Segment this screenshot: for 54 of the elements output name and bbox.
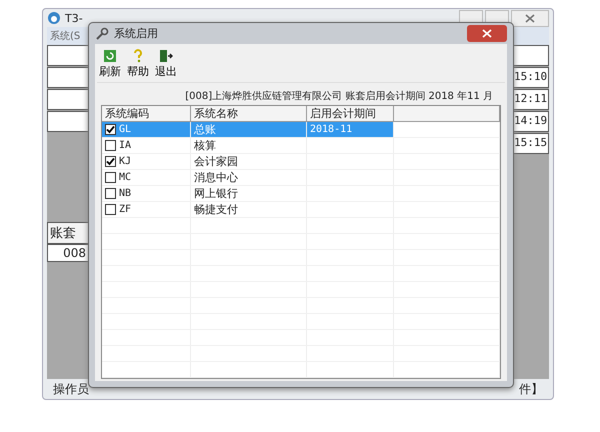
code-text: IA <box>119 140 132 151</box>
time-cell: 14:19 <box>513 111 549 132</box>
table-row[interactable]: IA 核算 <box>102 138 500 154</box>
refresh-icon <box>103 49 117 63</box>
toolbar-button[interactable]: 帮助 <box>125 46 151 82</box>
table-row[interactable]: KJ 会计家园 <box>102 154 500 170</box>
name-text: 总账 <box>194 122 216 137</box>
toolbar-button[interactable]: 刷新 <box>97 46 123 82</box>
door-icon <box>159 49 173 63</box>
dialog-title: 系统启用 <box>114 26 158 41</box>
close-icon <box>525 14 535 22</box>
table-cell <box>47 89 89 110</box>
table-row[interactable]: ZF 畅捷支付 <box>102 202 500 218</box>
time-cell: 12:11 <box>513 89 549 110</box>
checkbox[interactable] <box>105 188 116 199</box>
column-header: 系统名称 <box>191 106 307 121</box>
name-text: 消息中心 <box>194 170 238 185</box>
checkbox[interactable] <box>105 124 116 135</box>
info-text: [008]上海烨胜供应链管理有限公司 账套启用会计期间 2018 年11 月 <box>184 90 494 104</box>
time-cell: 15:15 <box>513 133 549 154</box>
code-text: MC <box>119 172 132 183</box>
table-cell <box>513 45 549 66</box>
table-row[interactable]: NB 网上银行 <box>102 186 500 202</box>
table-cell <box>47 45 89 66</box>
table-cell <box>47 67 89 88</box>
menu-item[interactable]: 系统(S <box>50 29 80 43</box>
code-text: KJ <box>119 156 132 167</box>
column-header: 系统编码 <box>102 106 191 121</box>
close-icon <box>482 29 492 38</box>
checkbox[interactable] <box>105 156 116 167</box>
table-cell: 008 <box>47 244 89 262</box>
checkbox[interactable] <box>105 204 116 215</box>
help-icon <box>132 49 144 63</box>
window-title: T3- <box>65 12 83 24</box>
code-text: NB <box>119 188 132 199</box>
status-label: 件】 <box>519 380 543 398</box>
name-text: 会计家园 <box>194 154 238 169</box>
name-text: 畅捷支付 <box>194 202 238 217</box>
checkbox[interactable] <box>105 172 116 183</box>
table-row[interactable]: MC 消息中心 <box>102 170 500 186</box>
name-text: 核算 <box>194 138 216 153</box>
period-text: 2018-11 <box>310 124 352 135</box>
table-cell <box>47 111 89 132</box>
column-header: 启用会计期间 <box>307 106 394 121</box>
checkbox[interactable] <box>105 140 116 151</box>
table-header: 账套 <box>47 222 89 244</box>
toolbar-button[interactable]: 退出 <box>153 46 179 82</box>
name-text: 网上银行 <box>194 186 238 201</box>
code-text: ZF <box>119 204 132 215</box>
code-text: GL <box>119 124 132 135</box>
close-button[interactable] <box>511 10 549 26</box>
close-button[interactable] <box>467 25 507 42</box>
time-cell: 15:10 <box>513 67 549 88</box>
status-label: 操作员 <box>53 380 89 398</box>
